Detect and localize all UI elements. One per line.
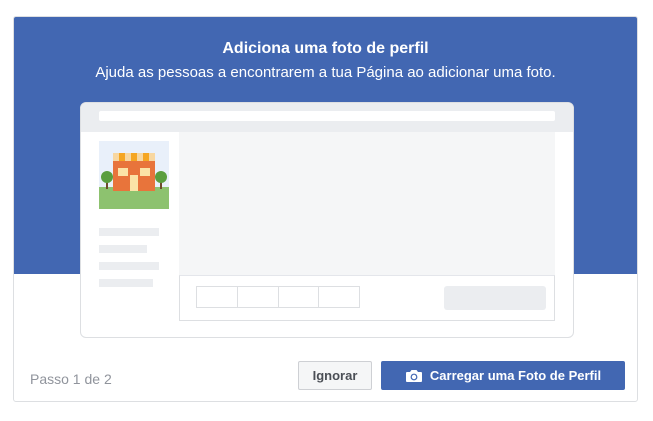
upload-button-label: Carregar uma Foto de Perfil	[429, 368, 602, 383]
dialog-title: Adiciona uma foto de perfil	[222, 40, 429, 57]
step-indicator: Passo 1 de 2	[30, 371, 112, 387]
preview-tab	[319, 287, 359, 307]
profile-picture-placeholder	[99, 141, 169, 209]
dialog-subtitle: Ajuda as pessoas a encontrarem a tua Pág…	[95, 64, 556, 81]
preview-cover-area	[179, 132, 555, 275]
placeholder-line	[99, 245, 147, 253]
placeholder-line	[99, 262, 159, 270]
preview-sidebar	[81, 132, 179, 322]
preview-tab	[279, 287, 320, 307]
storefront-icon	[99, 153, 169, 209]
upload-profile-photo-button[interactable]: Carregar uma Foto de Perfil	[381, 361, 625, 390]
camera-icon	[405, 369, 423, 383]
preview-tab	[238, 287, 279, 307]
placeholder-line	[99, 279, 153, 287]
placeholder-line	[99, 228, 159, 236]
preview-cta-button	[444, 286, 546, 310]
preview-top-bar	[81, 103, 573, 132]
preview-address-bar	[99, 111, 555, 121]
preview-tab	[197, 287, 238, 307]
skip-button[interactable]: Ignorar	[298, 361, 372, 390]
page-preview-illustration	[80, 102, 574, 338]
profile-photo-card: Adiciona uma foto de perfil Ajuda as pes…	[13, 16, 638, 402]
preview-action-bar	[179, 275, 555, 321]
preview-tabs	[196, 286, 360, 308]
